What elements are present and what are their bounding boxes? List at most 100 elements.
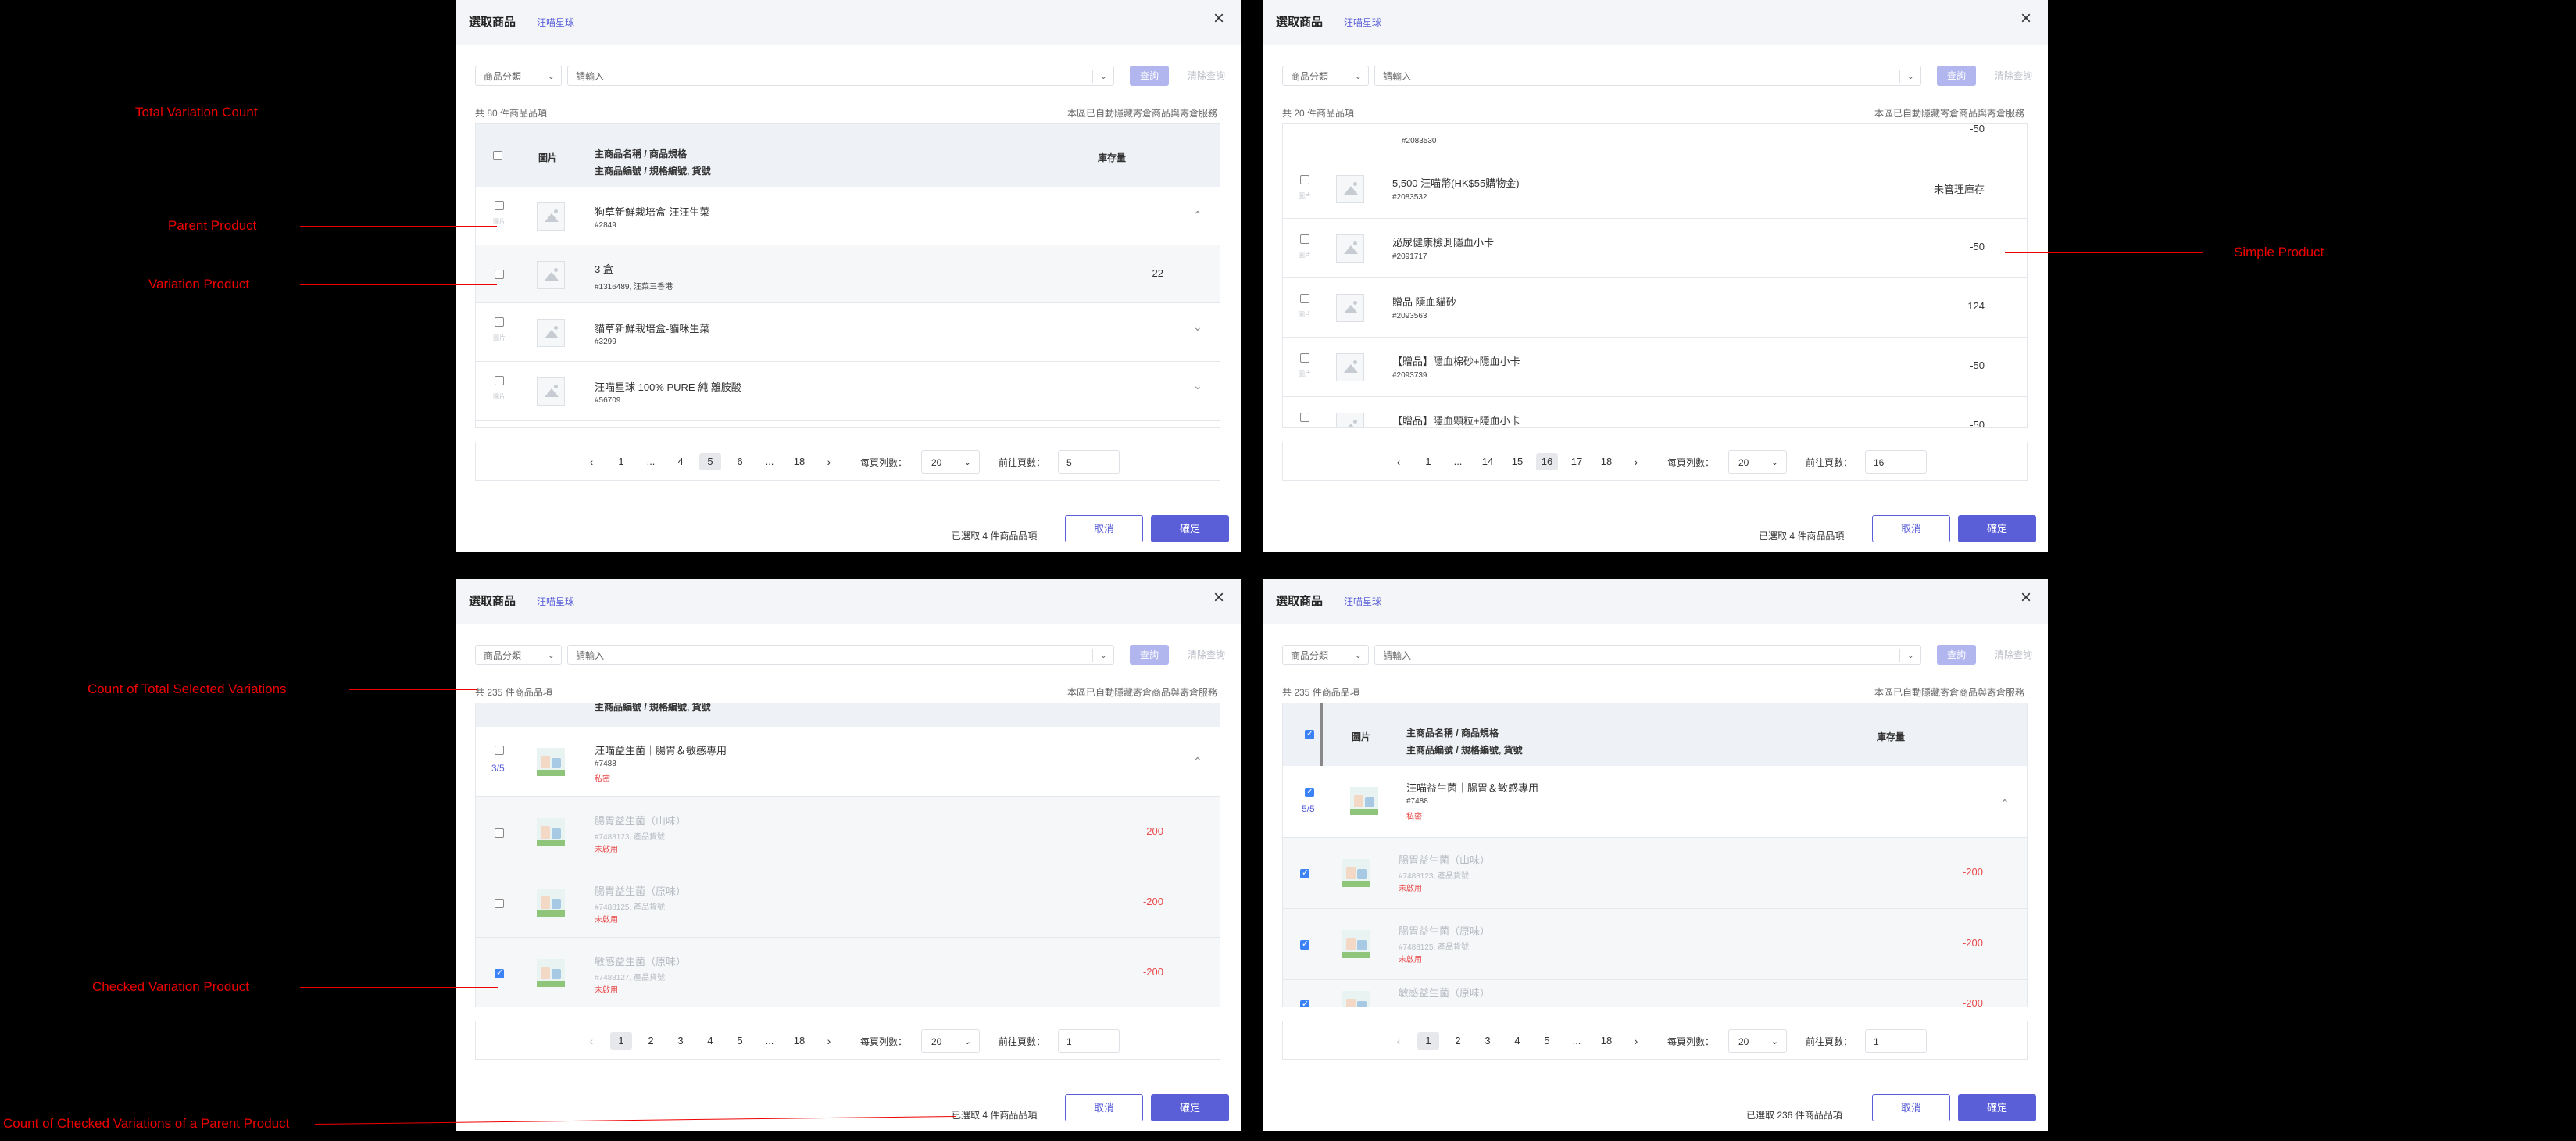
simple-product-row[interactable]: 圖片 贈品 隱血貓砂 #2093563 124 [1283, 278, 2027, 338]
clear-query-button[interactable]: 清除查詢 [1188, 645, 1225, 665]
page-button[interactable]: 1 [610, 453, 632, 470]
page-button[interactable]: 18 [788, 1032, 810, 1050]
row-checkbox[interactable] [495, 899, 504, 908]
row-checkbox[interactable] [1300, 294, 1309, 303]
variation-product-row[interactable]: 腸胃益生菌（山味） #7488123, 產品貨號 未啟用 -200 [476, 797, 1220, 867]
category-select[interactable]: 商品分類 ⌄ [1282, 645, 1369, 665]
confirm-button[interactable]: 確定 [1958, 1094, 2036, 1121]
row-checkbox[interactable] [495, 828, 504, 838]
chevron-up-icon[interactable]: ⌃ [1193, 755, 1202, 768]
simple-product-row[interactable]: 圖片 【贈品】隱血棉砂+隱血小卡 #2093739 -50 [1283, 338, 2027, 397]
page-button[interactable]: 18 [788, 453, 810, 470]
row-checkbox-checked[interactable] [1300, 999, 1309, 1007]
category-select[interactable]: 商品分類 ⌄ [475, 66, 562, 86]
page-button[interactable]: 17 [1566, 453, 1588, 470]
variation-product-row[interactable]: 3 盒 #1316489, 汪菜三香港 22 [476, 245, 1220, 303]
query-button[interactable]: 查詢 [1937, 66, 1976, 86]
simple-product-row[interactable]: 圖片 泌尿健康檢測隱血小卡 #2091717 -50 [1283, 219, 2027, 278]
confirm-button[interactable]: 確定 [1151, 515, 1229, 542]
page-button-active[interactable]: 1 [1417, 1032, 1439, 1050]
category-select[interactable]: 商品分類 ⌄ [475, 645, 562, 665]
page-button[interactable]: 3 [670, 1032, 691, 1050]
next-page-button[interactable]: › [818, 1032, 840, 1050]
parent-product-row[interactable]: 圖片 狗草新鮮栽培盒-汪汪生菜 #2849 ⌃ [476, 187, 1220, 245]
per-page-select[interactable]: 20 ⌄ [1728, 1029, 1787, 1053]
page-button[interactable]: 14 [1477, 453, 1499, 470]
page-button-active[interactable]: 5 [699, 453, 721, 470]
page-button[interactable]: 2 [640, 1032, 662, 1050]
search-input[interactable]: 請輸入 ⌄ [567, 645, 1114, 665]
variation-product-row-checked[interactable]: 腸胃益生菌（原味） #7488125, 產品貨號 未啟用 -200 [1283, 909, 2027, 980]
parent-product-row[interactable]: 圖片 汪喵星球 100% PURE 純 離胺酸 #56709 ⌄ [476, 362, 1220, 421]
row-checkbox[interactable] [1300, 413, 1309, 422]
clear-query-button[interactable]: 清除查詢 [1995, 645, 2032, 665]
parent-product-row[interactable]: 5/5 汪喵益生菌｜腸胃＆敏感專用 #7488 私密 ⌃ [1283, 766, 2027, 838]
select-all-checkbox-checked[interactable] [1305, 728, 1314, 739]
page-button[interactable]: 5 [729, 1032, 751, 1050]
row-checkbox-checked[interactable] [1300, 867, 1309, 878]
row-checkbox-checked[interactable] [1305, 786, 1314, 797]
cancel-button[interactable]: 取消 [1872, 515, 1950, 542]
page-button[interactable]: 18 [1595, 1032, 1617, 1050]
cancel-button[interactable]: 取消 [1065, 1094, 1143, 1121]
chevron-up-icon[interactable]: ⌃ [2000, 797, 2010, 810]
query-button[interactable]: 查詢 [1937, 645, 1976, 665]
clear-query-button[interactable]: 清除查詢 [1188, 66, 1225, 86]
close-icon[interactable]: × [1208, 587, 1230, 609]
close-icon[interactable]: × [2015, 8, 2037, 30]
row-checkbox-checked[interactable] [1300, 939, 1309, 950]
confirm-button[interactable]: 確定 [1958, 515, 2036, 542]
cancel-button[interactable]: 取消 [1065, 515, 1143, 542]
page-button[interactable]: 3 [1477, 1032, 1499, 1050]
select-all-checkbox[interactable] [493, 151, 502, 160]
page-button[interactable]: 2 [1447, 1032, 1469, 1050]
variation-product-row[interactable]: 腸胃益生菌（原味） #7488125, 產品貨號 未啟用 -200 [476, 867, 1220, 938]
search-input[interactable]: 請輸入 ⌄ [1374, 645, 1921, 665]
simple-product-row[interactable]: 圖片 【贈品】隱血顆粒+隱血小卡 #2093741 -50 [1283, 397, 2027, 427]
next-page-button[interactable]: › [818, 453, 840, 470]
variation-product-row-checked[interactable]: 敏感益生菌（原味） -200 [1283, 980, 2027, 1007]
prev-page-button[interactable]: ‹ [581, 453, 602, 470]
chevron-up-icon[interactable]: ⌃ [1193, 209, 1202, 222]
per-page-select[interactable]: 20 ⌄ [1728, 450, 1787, 474]
row-checkbox[interactable] [495, 317, 504, 327]
query-button[interactable]: 查詢 [1130, 645, 1169, 665]
per-page-select[interactable]: 20 ⌄ [921, 1029, 980, 1053]
goto-page-input[interactable]: 5 [1058, 450, 1120, 474]
confirm-button[interactable]: 確定 [1151, 1094, 1229, 1121]
page-button-active[interactable]: 16 [1536, 453, 1558, 470]
row-checkbox[interactable] [495, 270, 504, 279]
clear-query-button[interactable]: 清除查詢 [1995, 66, 2032, 86]
row-checkbox[interactable] [1300, 353, 1309, 363]
search-input[interactable]: 請輸入 ⌄ [1374, 66, 1921, 86]
next-page-button[interactable]: › [1625, 453, 1647, 470]
page-button[interactable]: 4 [699, 1032, 721, 1050]
row-checkbox[interactable] [495, 746, 504, 755]
parent-product-row[interactable]: 圖片 貓草新鮮栽培盒-貓咪生菜 #3299 ⌄ [476, 303, 1220, 362]
page-button[interactable]: 4 [1506, 1032, 1528, 1050]
variation-product-row-checked[interactable]: 敏感益生菌（原味） #7488127, 產品貨號 未啟用 -200 [476, 938, 1220, 1007]
query-button[interactable]: 查詢 [1130, 66, 1169, 86]
page-button[interactable]: 5 [1536, 1032, 1558, 1050]
close-icon[interactable]: × [2015, 587, 2037, 609]
row-checkbox[interactable] [1300, 234, 1309, 244]
close-icon[interactable]: × [1208, 8, 1230, 30]
page-button[interactable]: 4 [670, 453, 691, 470]
page-button[interactable]: 15 [1506, 453, 1528, 470]
row-checkbox[interactable] [1300, 175, 1309, 184]
goto-page-input[interactable]: 16 [1865, 450, 1927, 474]
category-select[interactable]: 商品分類 ⌄ [1282, 66, 1369, 86]
page-button[interactable]: 1 [1417, 453, 1439, 470]
chevron-down-icon[interactable]: ⌄ [1193, 320, 1202, 334]
cancel-button[interactable]: 取消 [1872, 1094, 1950, 1121]
prev-page-button[interactable]: ‹ [581, 1032, 602, 1050]
page-button[interactable]: 6 [729, 453, 751, 470]
goto-page-input[interactable]: 1 [1058, 1029, 1120, 1053]
row-checkbox-checked[interactable] [495, 968, 504, 978]
page-button[interactable]: 18 [1595, 453, 1617, 470]
goto-page-input[interactable]: 1 [1865, 1029, 1927, 1053]
prev-page-button[interactable]: ‹ [1388, 453, 1409, 470]
chevron-down-icon[interactable]: ⌄ [1193, 379, 1202, 392]
simple-product-row[interactable]: 圖片 5,500 汪喵幣(HK$55購物金) #2083532 未管理庫存 [1283, 159, 2027, 219]
per-page-select[interactable]: 20 ⌄ [921, 450, 980, 474]
